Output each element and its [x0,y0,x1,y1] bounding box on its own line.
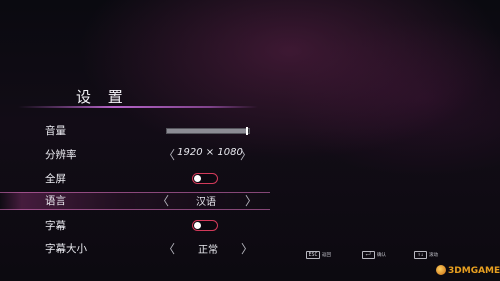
watermark-logo-icon [436,265,446,275]
selection-highlight [0,192,270,210]
resolution-value: 1920 × 1080 [177,147,243,158]
setting-row-volume[interactable]: 音量 [0,122,500,140]
hint-scroll-label: 滚动 [429,253,438,258]
setting-label-subtitles: 字幕 [45,220,66,232]
setting-row-resolution[interactable]: 分辨率 〈 1920 × 1080 〉 [0,146,500,164]
hint-back-label: 返回 [322,253,331,258]
volume-slider-fill [167,129,249,133]
resolution-next-arrow-icon[interactable]: 〉 [240,146,252,163]
volume-slider-handle[interactable] [246,127,249,135]
language-next-arrow-icon[interactable]: 〉 [245,192,257,209]
setting-row-language[interactable]: 语言 〈 汉语 〉 [0,192,500,210]
esc-key-icon: ESC [306,251,320,259]
settings-title: 设 置 [76,88,129,106]
subtitles-toggle-knob [194,222,201,229]
fullscreen-toggle-knob [194,175,201,182]
setting-label-volume: 音量 [45,125,66,137]
hint-confirm-label: 确认 [377,253,386,258]
volume-slider[interactable] [166,127,250,135]
setting-label-fullscreen: 全屏 [45,173,66,185]
enter-key-icon: ←┘ [362,251,375,259]
setting-label-resolution: 分辨率 [45,149,77,161]
setting-row-subtitles[interactable]: 字幕 [0,217,500,235]
watermark-text: 3DMGAME [448,266,500,276]
title-divider [18,106,258,108]
fullscreen-toggle[interactable] [192,173,218,184]
control-hints: ESC 返回 ←┘ 确认 ↑↓ 滚动 [0,251,500,261]
subtitles-toggle[interactable] [192,220,218,231]
language-value: 汉语 [196,197,216,208]
language-prev-arrow-icon[interactable]: 〈 [157,192,169,209]
setting-label-language: 语言 [45,195,66,207]
arrow-keys-icon: ↑↓ [414,251,427,259]
setting-row-fullscreen[interactable]: 全屏 [0,170,500,188]
